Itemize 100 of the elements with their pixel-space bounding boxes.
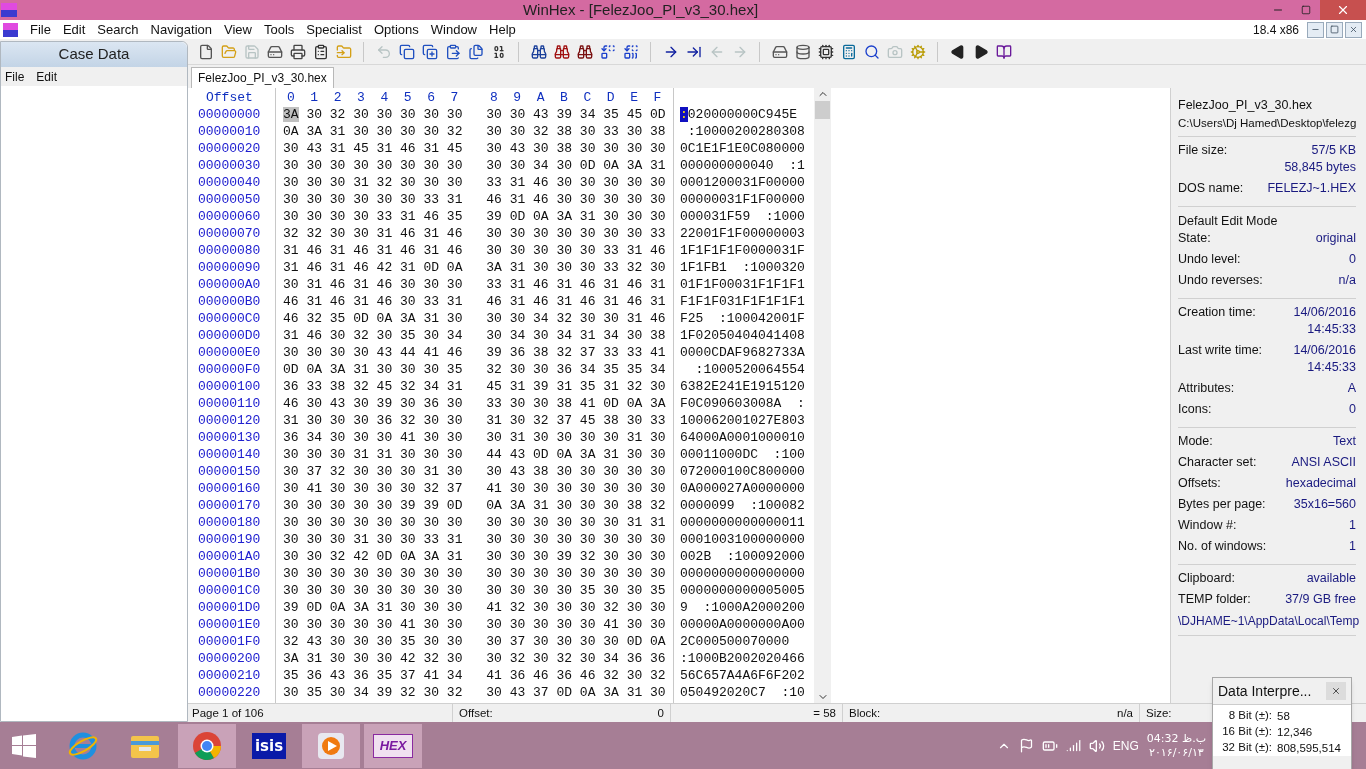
taskbar-app-button[interactable]: isis — [240, 723, 298, 768]
hex-bytes: 30 30 30 30 30 41 30 30 — [283, 616, 463, 633]
hex-bytes: 46 31 46 31 46 31 46 31 — [486, 293, 666, 310]
info-value: available — [1306, 570, 1356, 587]
text-cell: 050492020C7 :10 — [680, 684, 805, 701]
text-cell: 100062001027E803 — [680, 412, 805, 429]
hex-bytes: 30 30 30 31 32 30 30 30 — [283, 174, 463, 191]
close-icon — [1331, 686, 1341, 696]
info-value: FELEZJ~1.HEX — [1267, 180, 1356, 197]
offset-cell-text: 000001F0 — [197, 633, 261, 650]
text-cell: :020000000C945E — [680, 106, 798, 123]
close-button[interactable] — [1326, 682, 1346, 700]
offset-cell-text: 00000200 — [197, 650, 261, 667]
offset-cell-text: 000001E0 — [197, 616, 261, 633]
file-path: C:\Users\Dj Hamed\Desktop\felezg — [1178, 116, 1357, 131]
text-cell: 00000031F1F00000 — [680, 191, 805, 208]
info-label: Bytes per page: — [1178, 496, 1266, 513]
file-tab[interactable]: FelezJoo_PI_v3_30.hex — [191, 67, 334, 88]
menu-item[interactable]: Edit — [36, 67, 58, 86]
copy-icon — [421, 43, 438, 60]
column-header: B — [559, 89, 569, 106]
info-value: 14:45:33 — [1307, 359, 1356, 376]
menu-item[interactable]: File — [24, 20, 57, 39]
text-cell-text: :10000200280308 — [686, 123, 805, 140]
hex-bytes: 32 43 30 30 30 35 30 30 — [283, 633, 463, 650]
hex-bytes: 31 46 31 46 31 46 31 46 — [283, 242, 463, 259]
hex-bytes: 30 30 34 32 30 30 31 46 — [486, 310, 666, 327]
info-value: 14/06/2016 — [1293, 342, 1356, 359]
text-cell: 002B :100092000 — [680, 548, 805, 565]
info-label: Offsets: — [1178, 475, 1221, 492]
info-value: n/a — [1338, 272, 1356, 289]
byte-value: = 58 — [813, 706, 836, 721]
print-icon — [289, 43, 306, 60]
hex-bytes: 30 30 30 39 32 30 30 30 — [486, 548, 666, 565]
text-cell: F0C090603008A : — [680, 395, 805, 412]
column-header: A — [535, 89, 546, 106]
hex-bytes: 31 46 30 32 30 35 30 34 — [283, 327, 463, 344]
menu-item[interactable]: Navigation — [144, 20, 218, 39]
menu-item[interactable]: File — [5, 67, 25, 86]
hex-bytes: 30 43 37 0D 0A 3A 31 30 — [486, 684, 666, 701]
offset-cell-text: 000001B0 — [197, 565, 261, 582]
mdi-close-button[interactable] — [1345, 21, 1362, 38]
clipboard-icon — [312, 43, 329, 60]
column-header: 4 — [379, 89, 390, 106]
hex-bytes: 30 30 30 30 30 30 30 30 — [283, 157, 463, 174]
scroll-thumb[interactable] — [815, 101, 830, 119]
interpreter-value-field[interactable]: 12,346 — [1275, 724, 1351, 740]
offset-cell-text: 00000180 — [197, 514, 261, 531]
hex-bytes: 30 30 30 30 30 30 30 30 — [486, 565, 666, 582]
hex-bytes: 46 31 46 30 30 30 30 30 — [486, 191, 666, 208]
menu-item[interactable]: Search — [91, 20, 145, 39]
signal-icon[interactable] — [1065, 738, 1081, 753]
window-title: WinHex - [FelezJoo_PI_v3_30.hex] — [522, 0, 759, 20]
menu-item[interactable]: Tools — [257, 20, 301, 39]
chrome-icon — [191, 729, 223, 762]
menu-item[interactable]: Options — [367, 20, 425, 39]
offset-cell-text: 00000030 — [197, 157, 261, 174]
restore-icon — [1301, 5, 1311, 15]
menu-item[interactable]: Specialist — [300, 20, 368, 39]
taskbar-app-button[interactable] — [302, 723, 360, 768]
text-cell: 01F1F00031F1F1F1 — [680, 276, 805, 293]
text-cell: 072000100C800000 — [680, 463, 805, 480]
help-book-icon — [995, 43, 1012, 60]
column-header: 7 — [449, 89, 460, 106]
windows-start-icon[interactable] — [12, 733, 36, 758]
media-player-icon — [316, 730, 346, 761]
hex-bytes: 30 31 30 30 30 30 31 30 — [486, 429, 666, 446]
hex-bytes: 46 32 35 0D 0A 3A 31 30 — [283, 310, 463, 327]
binoculars-icon — [576, 43, 593, 60]
info-label: Last write time: — [1178, 342, 1263, 359]
hex-bytes: 30 32 30 32 30 34 36 36 — [486, 650, 666, 667]
interpreter-value-field[interactable]: 58 — [1275, 708, 1351, 724]
taskbar-app-button[interactable]: HEX — [364, 723, 422, 768]
offset-cell-text: 000001A0 — [197, 548, 261, 565]
text-cell: 0000000000005005 — [680, 582, 805, 599]
text-cell: 0000000000000000 — [680, 565, 805, 582]
text-cell: 1F1F1F1F0000031F — [680, 242, 805, 259]
menu-item[interactable]: Window — [424, 20, 483, 39]
offset-cell-text: 00000130 — [197, 429, 261, 446]
hex-bytes: 32 32 30 30 31 46 31 46 — [283, 225, 463, 242]
volume-icon[interactable] — [1088, 737, 1105, 754]
offset-cell-text: 000000A0 — [197, 276, 261, 293]
hex-bytes: 30 30 30 31 30 30 33 31 — [283, 531, 463, 548]
save-icon — [243, 43, 260, 60]
flag-icon[interactable] — [1018, 738, 1034, 753]
interpreter-label: 16 Bit (±): — [1221, 724, 1273, 740]
hex-bytes: 36 33 38 32 45 32 34 31 — [283, 378, 463, 395]
mdi-restore-button[interactable] — [1326, 21, 1343, 38]
interpreter-value-field[interactable]: 808,595,514 — [1275, 740, 1351, 756]
hex-bytes: 36 34 30 30 30 41 30 30 — [283, 429, 463, 446]
menu-item[interactable]: View — [218, 20, 258, 39]
hex-bytes: 3A 30 32 30 30 30 30 30 — [283, 106, 463, 123]
menu-item[interactable]: Help — [483, 20, 522, 39]
info-value: A — [1347, 380, 1356, 397]
menu-item[interactable]: Edit — [56, 20, 92, 39]
hex-bytes: 30 37 30 30 30 30 0D 0A — [486, 633, 666, 650]
info-value: ANSI ASCII — [1291, 454, 1356, 471]
text-cell: 6382E241E1915120 — [680, 378, 805, 395]
hex-bytes: 41 32 30 30 30 32 30 30 — [486, 599, 666, 616]
offset-cell-text: 00000080 — [197, 242, 261, 259]
